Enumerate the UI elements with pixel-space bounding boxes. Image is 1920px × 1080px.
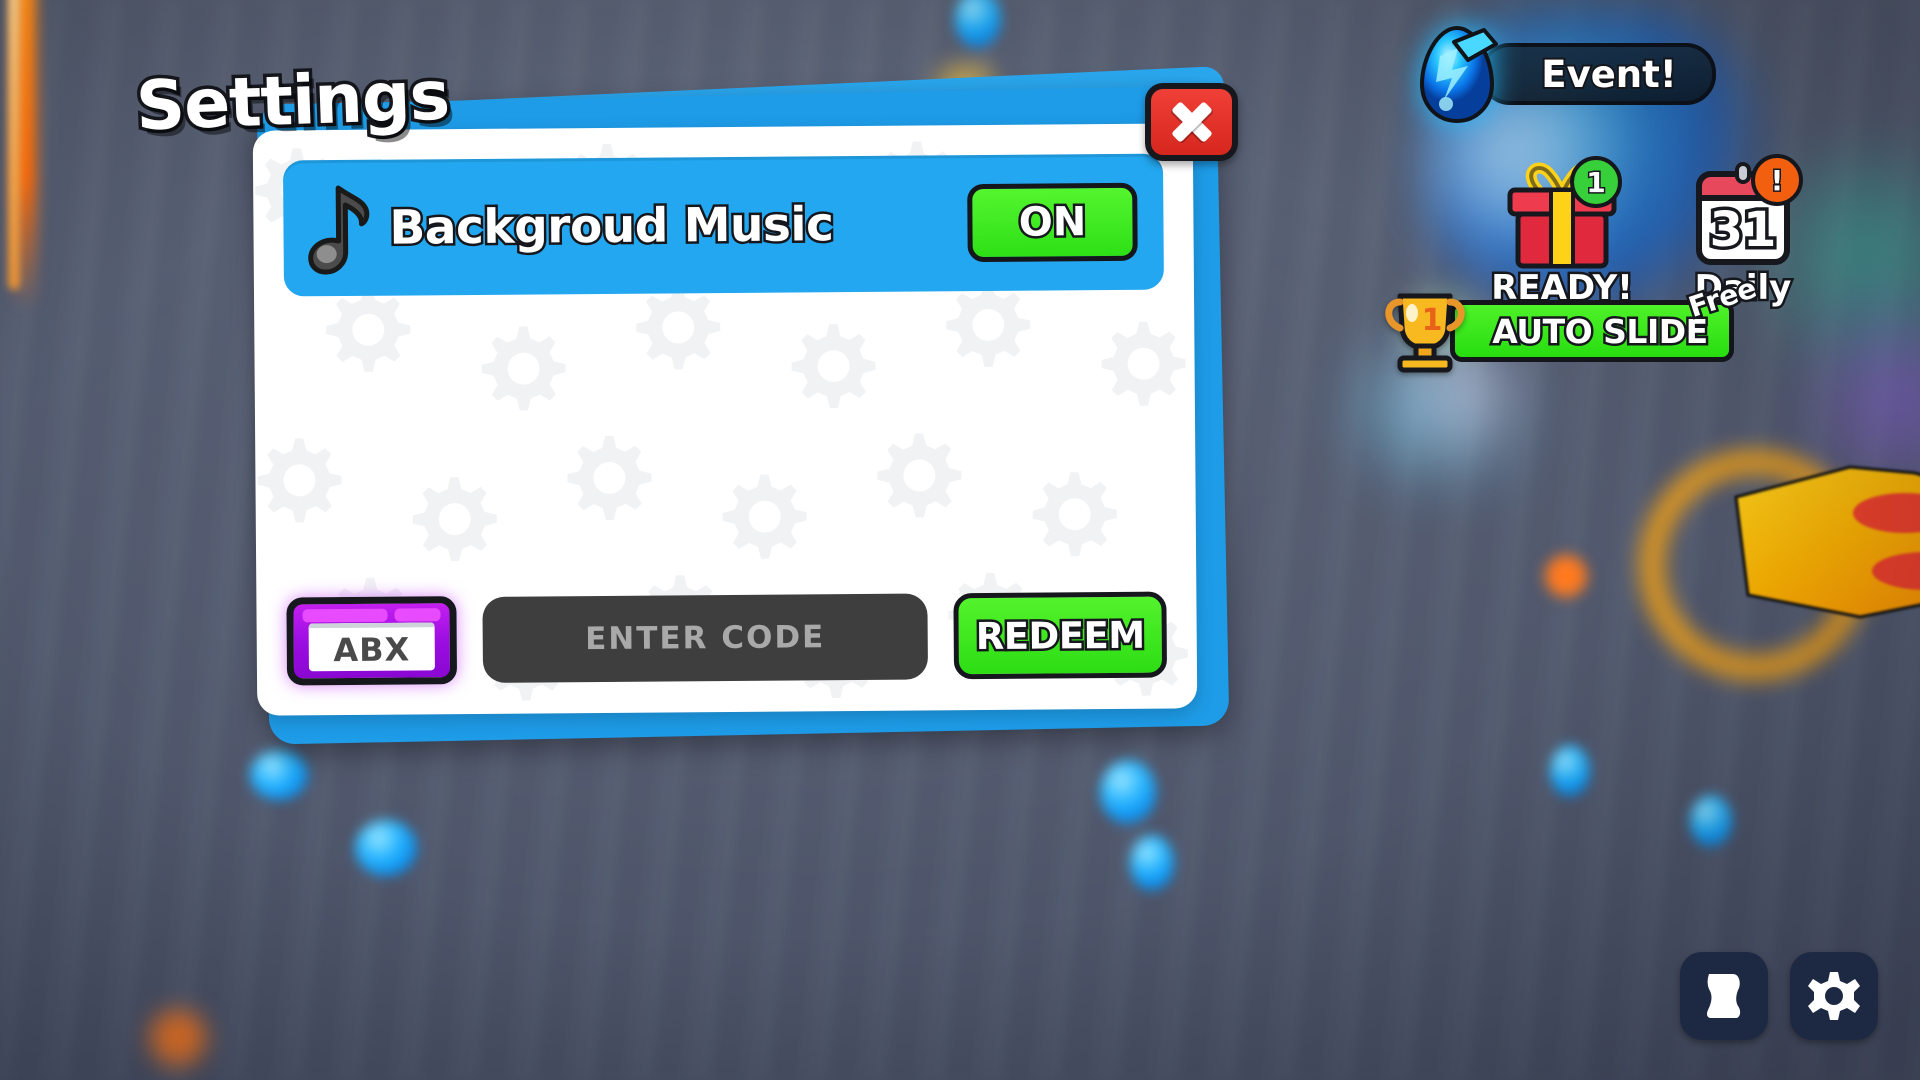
event-label: Event! — [1539, 51, 1678, 98]
redeem-button[interactable]: REDEEM — [953, 591, 1168, 680]
music-note-icon — [308, 185, 370, 275]
settings-panel-card: Backgroud Music ON ABX REDEEM — [252, 123, 1198, 716]
svg-text:31: 31 — [1710, 202, 1777, 258]
event-button-row[interactable]: Event! — [1410, 22, 1716, 126]
auto-slide-label: AUTO SLIDE — [1490, 309, 1711, 353]
scroll-button[interactable] — [1680, 952, 1768, 1040]
code-redemption-bar: ABX REDEEM — [286, 589, 1168, 688]
gift-count-badge: 1 — [1570, 156, 1622, 208]
key-right — [393, 608, 441, 622]
close-button[interactable] — [1145, 83, 1238, 161]
abx-label: ABX — [308, 622, 435, 672]
background-music-toggle[interactable]: ON — [967, 182, 1138, 263]
svg-text:1: 1 — [1422, 303, 1443, 338]
close-icon — [1170, 100, 1214, 144]
settings-dialog: Backgroud Music ON ABX REDEEM — [252, 65, 1235, 745]
setting-row-background-music[interactable]: Backgroud Music ON — [282, 153, 1164, 297]
auto-slide-button[interactable]: AUTO SLIDE Free — [1450, 269, 1763, 362]
event-button[interactable]: Event! — [1480, 43, 1716, 105]
gear-icon — [1808, 972, 1860, 1020]
settings-gear-button[interactable] — [1790, 952, 1878, 1040]
daily-alert-badge: ! — [1751, 154, 1803, 206]
hud-panel: Event! 1 READY! 31 ! Daily 1 AUTO SLIDE … — [1385, 0, 1920, 460]
keyboard-abx-button[interactable]: ABX — [286, 596, 458, 686]
enter-code-input[interactable] — [482, 593, 929, 683]
key-left — [302, 608, 388, 623]
setting-label: Backgroud Music — [387, 194, 836, 257]
auto-slide-row[interactable]: 1 AUTO SLIDE Free — [1378, 269, 1763, 374]
scroll-icon — [1707, 974, 1741, 1018]
page-title: Settings — [131, 53, 454, 150]
trophy-icon: 1 — [1385, 293, 1465, 373]
panel-empty-area — [284, 290, 1166, 596]
keyboard-top-keys — [302, 608, 441, 623]
gift-reward-item[interactable]: 1 READY! — [1478, 156, 1646, 311]
crystal-egg-icon — [1419, 25, 1498, 124]
left-orange-beam-core — [8, 0, 20, 290]
